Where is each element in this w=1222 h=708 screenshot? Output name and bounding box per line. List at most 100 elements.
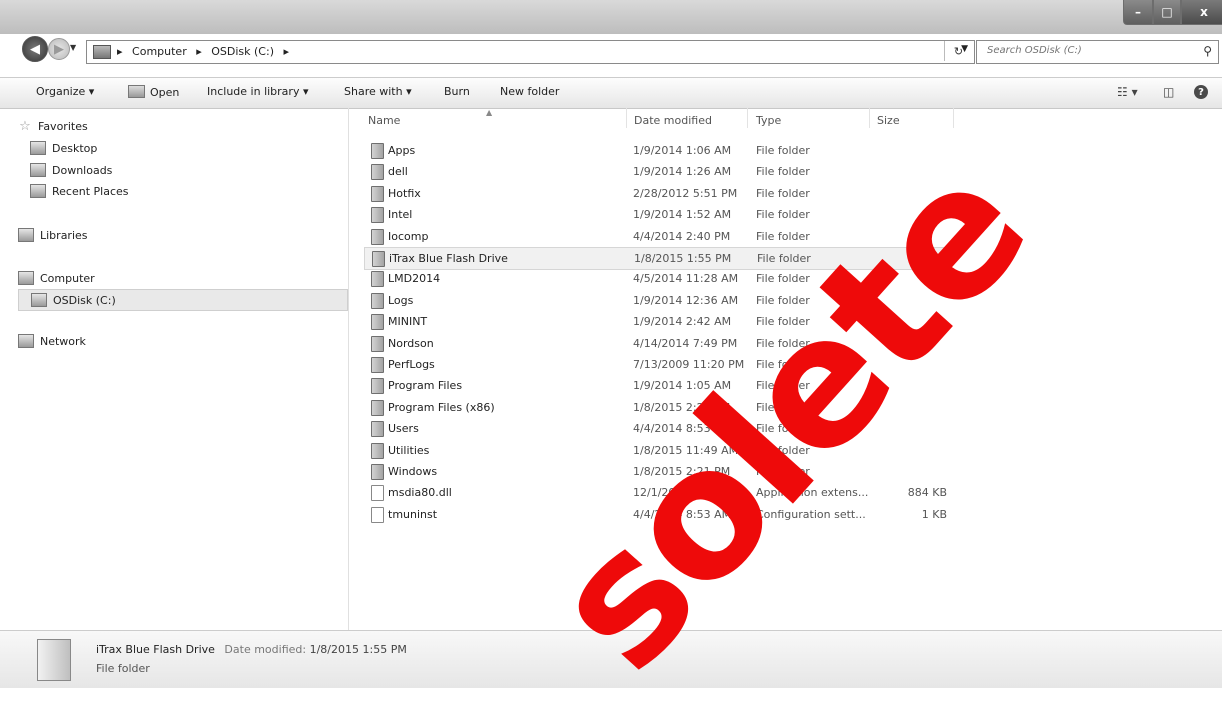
file-row[interactable]: tmuninst 4/4/2014 8:53 AM Configuration se… bbox=[364, 504, 949, 525]
new-folder-button[interactable]: New folder bbox=[500, 85, 559, 98]
refresh-button[interactable]: ↻ bbox=[944, 41, 972, 61]
file-name: Iocomp bbox=[388, 229, 429, 243]
folder-icon bbox=[371, 164, 384, 181]
recent-locations-dropdown[interactable]: ▼ bbox=[70, 43, 76, 52]
file-row[interactable]: Iocomp 4/4/2014 2:40 PM File folder bbox=[364, 226, 949, 247]
title-bar: – □ x bbox=[0, 0, 1222, 34]
include-in-library-button[interactable]: Include in library ▾ bbox=[207, 85, 308, 98]
details-date-value: 1/8/2015 1:55 PM bbox=[309, 643, 407, 656]
file-row[interactable]: MININT 1/9/2014 2:42 AM File folder bbox=[364, 311, 949, 332]
column-divider[interactable] bbox=[953, 108, 954, 128]
nav-recent-places[interactable]: Recent Places bbox=[30, 181, 358, 201]
nav-favorites[interactable]: ☆ Favorites bbox=[18, 116, 346, 136]
file-row[interactable]: iTrax Blue Flash Drive 1/8/2015 1:55 PM Fi… bbox=[364, 247, 951, 270]
file-date: 1/8/2015 11:49 AM bbox=[633, 443, 739, 457]
help-icon[interactable]: ? bbox=[1194, 85, 1208, 99]
file-type: File folder bbox=[756, 422, 810, 436]
share-with-button[interactable]: Share with ▾ bbox=[344, 85, 412, 98]
arrow-right-icon: ▶ bbox=[54, 41, 64, 57]
nav-network-label: Network bbox=[40, 334, 86, 348]
file-name: dell bbox=[388, 165, 408, 179]
column-header-type[interactable]: Type bbox=[756, 114, 781, 136]
address-bar[interactable]: ▸ Computer ▸ OSDisk (C:) ▸ ▼ bbox=[86, 40, 975, 64]
column-divider[interactable] bbox=[747, 108, 748, 128]
nav-computer[interactable]: Computer bbox=[18, 268, 346, 288]
file-row[interactable]: Hotfix 2/28/2012 5:51 PM File folder bbox=[364, 183, 949, 204]
nav-libraries[interactable]: Libraries bbox=[18, 225, 346, 245]
file-row[interactable]: LMD2014 4/5/2014 11:28 AM File folder bbox=[364, 268, 949, 289]
organize-button[interactable]: Organize ▾ bbox=[36, 85, 94, 98]
burn-button[interactable]: Burn bbox=[444, 85, 470, 98]
file-row[interactable]: Intel 1/9/2014 1:52 AM File folder bbox=[364, 204, 949, 225]
nav-downloads[interactable]: Downloads bbox=[30, 160, 358, 180]
folder-icon bbox=[371, 292, 384, 309]
file-type: File folder bbox=[756, 293, 810, 307]
column-header-name[interactable]: Name bbox=[368, 114, 400, 136]
close-button[interactable]: x bbox=[1181, 0, 1222, 25]
preview-pane-icon[interactable]: ◫ bbox=[1163, 85, 1174, 99]
file-type: File folder bbox=[756, 272, 810, 286]
column-header-date[interactable]: Date modified bbox=[634, 114, 712, 136]
file-row[interactable]: Utilities 1/8/2015 11:49 AM File folder bbox=[364, 440, 949, 461]
file-type: File folder bbox=[756, 186, 810, 200]
recent-places-icon bbox=[30, 184, 46, 198]
file-row[interactable]: Apps 1/9/2014 1:06 AM File folder bbox=[364, 140, 949, 161]
file-date: 4/4/2014 8:53 AM bbox=[633, 507, 732, 521]
back-button[interactable]: ◀ bbox=[22, 36, 48, 62]
file-row[interactable]: PerfLogs 7/13/2009 11:20 PM File folder bbox=[364, 354, 949, 375]
file-row[interactable]: dell 1/9/2014 1:26 AM File folder bbox=[364, 161, 949, 182]
file-row[interactable]: Logs 1/9/2014 12:36 AM File folder bbox=[364, 290, 949, 311]
file-date: 4/4/2014 8:53 AM bbox=[633, 422, 732, 436]
file-date: 1/9/2014 1:05 AM bbox=[633, 379, 732, 393]
file-date: 4/14/2014 7:49 PM bbox=[633, 336, 738, 350]
file-type: File folder bbox=[756, 379, 810, 393]
file-type: File folder bbox=[756, 400, 810, 414]
change-view-icon[interactable]: ☷ ▾ bbox=[1117, 85, 1138, 99]
folder-icon bbox=[371, 335, 384, 352]
file-size: 1 KB bbox=[921, 507, 947, 521]
file-type: File folder bbox=[756, 165, 810, 179]
file-row[interactable]: Program Files 1/9/2014 1:05 AM File folder bbox=[364, 375, 949, 396]
file-type: File folder bbox=[756, 229, 810, 243]
open-icon bbox=[128, 85, 145, 98]
file-name: LMD2014 bbox=[388, 272, 441, 286]
maximize-button[interactable]: □ bbox=[1153, 0, 1181, 25]
nav-network[interactable]: Network bbox=[18, 331, 346, 351]
file-row[interactable]: Nordson 4/14/2014 7:49 PM File folder bbox=[364, 333, 949, 354]
column-header-size[interactable]: Size bbox=[877, 114, 900, 136]
file-type: File folder bbox=[756, 208, 810, 222]
file-type: File folder bbox=[756, 443, 810, 457]
file-row[interactable]: msdia80.dll 12/1/2006 10:37 PM Application… bbox=[364, 482, 949, 503]
folder-icon bbox=[372, 251, 385, 267]
column-divider[interactable] bbox=[869, 108, 870, 128]
open-label: Open bbox=[150, 86, 180, 99]
file-row[interactable]: Windows 1/8/2015 2:21 PM File folder bbox=[364, 461, 949, 482]
open-button[interactable]: Open bbox=[128, 85, 179, 99]
file-date: 1/9/2014 1:52 AM bbox=[633, 208, 732, 222]
file-name: Intel bbox=[388, 208, 413, 222]
file-type: File folder bbox=[757, 252, 811, 265]
minimize-button[interactable]: – bbox=[1123, 0, 1153, 25]
file-name: Program Files bbox=[388, 379, 463, 393]
breadcrumb: ▸ Computer ▸ OSDisk (C:) ▸ bbox=[117, 45, 295, 58]
window-controls: – □ x bbox=[1123, 0, 1222, 25]
breadcrumb-separator: ▸ bbox=[196, 45, 202, 58]
computer-icon bbox=[18, 271, 34, 285]
file-row[interactable]: Program Files (x86) 1/8/2015 2:22 PM File … bbox=[364, 397, 949, 418]
nav-osdisk[interactable]: OSDisk (C:) bbox=[18, 289, 348, 311]
network-icon bbox=[18, 334, 34, 348]
breadcrumb-separator: ▸ bbox=[283, 45, 290, 58]
search-input[interactable] bbox=[985, 44, 1189, 57]
nav-desktop[interactable]: Desktop bbox=[30, 138, 358, 158]
forward-button[interactable]: ▶ bbox=[48, 38, 70, 60]
file-row[interactable]: Users 4/4/2014 8:53 AM File folder bbox=[364, 418, 949, 439]
drive-icon bbox=[31, 293, 47, 307]
breadcrumb-osdisk[interactable]: OSDisk (C:) bbox=[211, 45, 274, 58]
file-type: File folder bbox=[756, 358, 810, 371]
folder-icon bbox=[371, 228, 384, 245]
search-icon[interactable]: ⚲ bbox=[1203, 44, 1212, 58]
breadcrumb-computer[interactable]: Computer bbox=[132, 45, 187, 58]
folder-icon bbox=[37, 639, 71, 681]
details-item-name: iTrax Blue Flash Drive bbox=[96, 643, 215, 656]
column-divider[interactable] bbox=[626, 108, 627, 128]
